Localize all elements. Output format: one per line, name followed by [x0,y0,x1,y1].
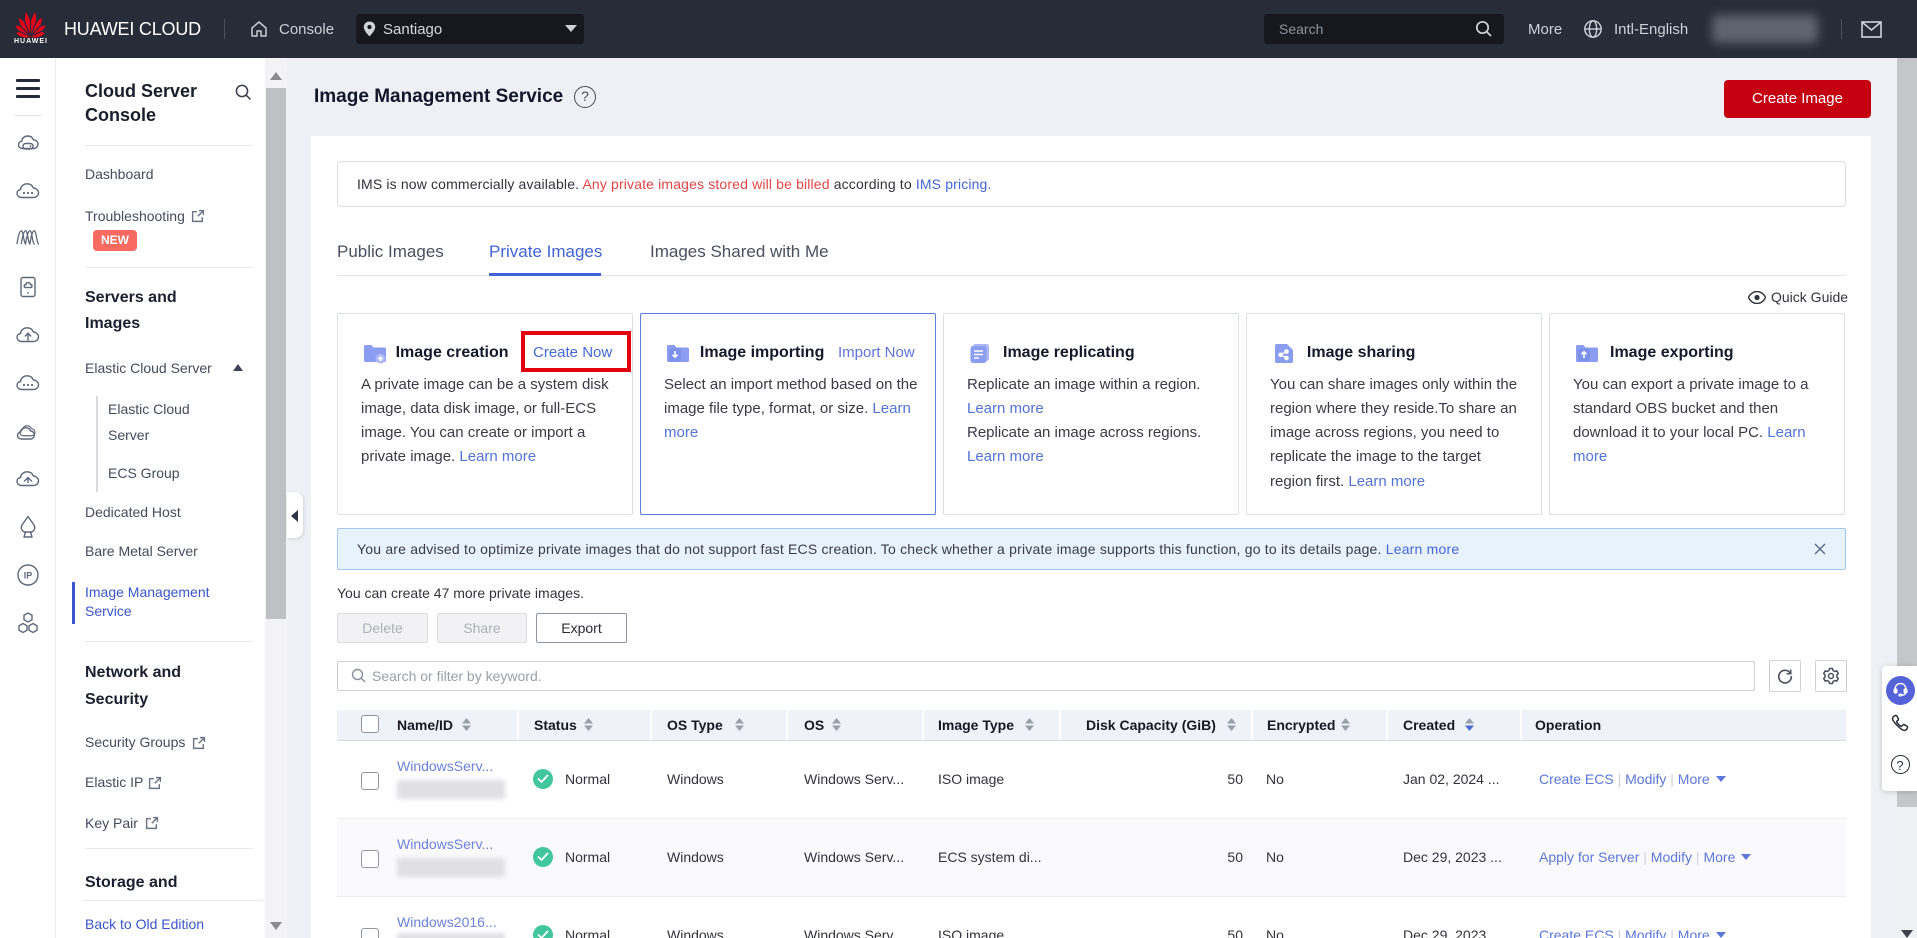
svg-text:IP: IP [24,571,33,581]
